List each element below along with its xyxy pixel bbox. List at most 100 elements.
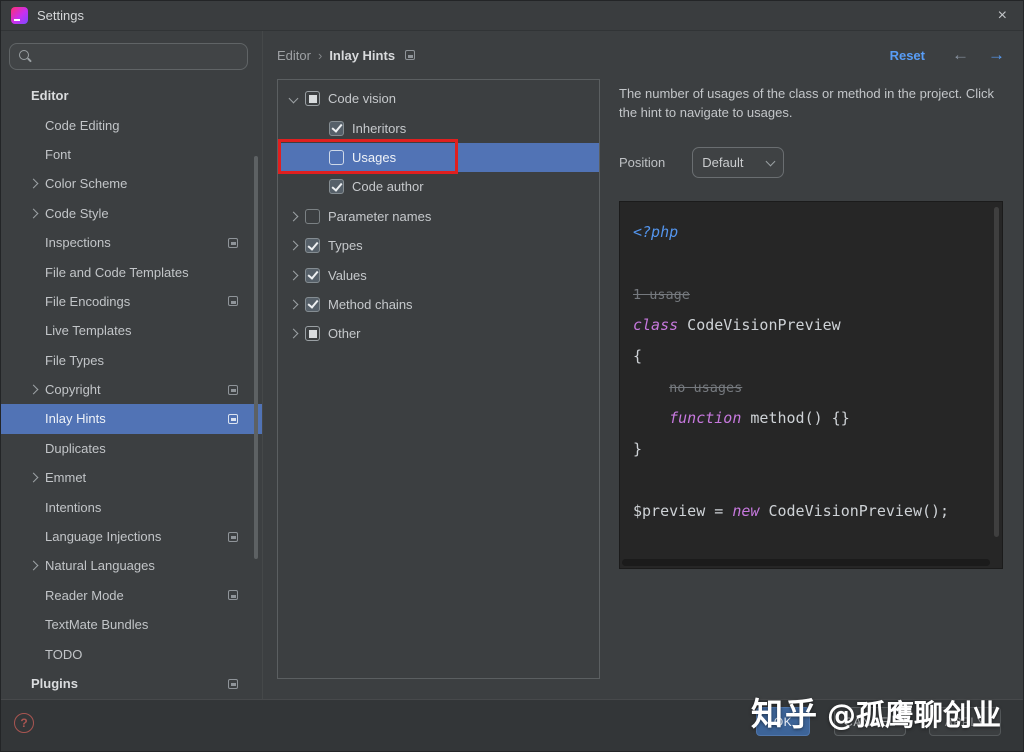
usage-hint: no usages xyxy=(669,380,742,396)
sidebar-item-emmet[interactable]: Emmet xyxy=(1,463,262,492)
tree-item-method-chains[interactable]: Method chains xyxy=(278,290,599,319)
sidebar-item-live-templates[interactable]: Live Templates xyxy=(1,316,262,345)
chevron-right-icon[interactable] xyxy=(289,329,299,339)
sidebar-item-file-and-code-templates[interactable]: File and Code Templates xyxy=(1,257,262,286)
titlebar: Settings × xyxy=(1,1,1023,31)
sidebar-item-todo[interactable]: TODO xyxy=(1,639,262,668)
chevron-right-icon[interactable] xyxy=(289,270,299,280)
code-token: } xyxy=(633,440,642,458)
watermark-handle: @孤鹰聊创业 xyxy=(827,698,1001,732)
breadcrumb: Editor › Inlay Hints Reset ← → xyxy=(277,44,1005,66)
sidebar-item-natural-languages[interactable]: Natural Languages xyxy=(1,551,262,580)
question-mark-icon: ? xyxy=(20,716,27,730)
code-token: CodeVisionPreview(); xyxy=(759,502,949,520)
project-settings-icon xyxy=(228,296,238,306)
code-line: <?php xyxy=(633,217,1002,248)
checkbox-types[interactable] xyxy=(305,238,320,253)
sidebar-item-font[interactable]: Font xyxy=(1,140,262,169)
chevron-right-icon[interactable] xyxy=(289,211,299,221)
chevron-down-icon[interactable] xyxy=(289,94,299,104)
detail-pane: The number of usages of the class or met… xyxy=(619,79,1001,699)
window-title: Settings xyxy=(37,8,84,23)
back-arrow-icon[interactable]: ← xyxy=(952,45,969,65)
tree-item-types[interactable]: Types xyxy=(278,231,599,260)
code-token: new xyxy=(732,502,759,520)
chevron-right-icon xyxy=(29,208,39,218)
project-settings-icon xyxy=(228,590,238,600)
sidebar-item-language-injections[interactable]: Language Injections xyxy=(1,522,262,551)
sidebar-item-file-types[interactable]: File Types xyxy=(1,346,262,375)
reset-link[interactable]: Reset xyxy=(890,48,925,63)
checkbox-parameter-names[interactable] xyxy=(305,209,320,224)
sidebar-item-code-editing[interactable]: Code Editing xyxy=(1,110,262,139)
tree-item-values[interactable]: Values xyxy=(278,260,599,289)
watermark-brand: 知乎 xyxy=(751,695,819,733)
sidebar-item-inlay-hints[interactable]: Inlay Hints xyxy=(1,404,262,433)
checkbox-usages[interactable] xyxy=(329,150,344,165)
sidebar-scrollbar[interactable] xyxy=(254,156,258,559)
position-label: Position xyxy=(619,155,665,170)
code-line: class CodeVisionPreview xyxy=(633,310,1002,341)
code-token: { xyxy=(633,347,642,365)
settings-scope-icon xyxy=(405,50,415,60)
close-button[interactable]: × xyxy=(992,6,1013,26)
code-preview: <?php 1 usage class CodeVisionPreview { … xyxy=(619,201,1003,569)
tree-item-usages[interactable]: Usages xyxy=(278,143,599,172)
code-line: function method() {} xyxy=(633,403,1002,434)
chevron-right-icon[interactable] xyxy=(289,299,299,309)
tree-item-code-author[interactable]: Code author xyxy=(278,172,599,201)
code-line: } xyxy=(633,434,1002,465)
inlay-hints-tree: Code vision Inheritors Usages Code autho… xyxy=(277,79,600,679)
settings-sidebar: Editor Code Editing Font Color Scheme Co… xyxy=(1,31,263,699)
code-scrollbar-horizontal[interactable] xyxy=(622,559,990,566)
sidebar-item-file-encodings[interactable]: File Encodings xyxy=(1,287,262,316)
close-icon: × xyxy=(998,7,1007,24)
app-logo-icon xyxy=(11,7,28,24)
project-settings-icon xyxy=(228,414,238,424)
breadcrumb-page: Inlay Hints xyxy=(329,48,395,63)
chevron-right-icon xyxy=(29,385,39,395)
sidebar-item-code-style[interactable]: Code Style xyxy=(1,199,262,228)
project-settings-icon xyxy=(228,532,238,542)
tree-item-parameter-names[interactable]: Parameter names xyxy=(278,202,599,231)
tree-item-inheritors[interactable]: Inheritors xyxy=(278,113,599,142)
sidebar-item-inspections[interactable]: Inspections xyxy=(1,228,262,257)
sidebar-item-reader-mode[interactable]: Reader Mode xyxy=(1,581,262,610)
sidebar-item-textmate-bundles[interactable]: TextMate Bundles xyxy=(1,610,262,639)
search-icon xyxy=(19,50,32,63)
usage-hint: 1 usage xyxy=(633,287,690,303)
sidebar-item-intentions[interactable]: Intentions xyxy=(1,492,262,521)
code-line: { xyxy=(633,341,1002,372)
checkbox-code-vision[interactable] xyxy=(305,91,320,106)
chevron-down-icon xyxy=(766,156,776,166)
checkbox-method-chains[interactable] xyxy=(305,297,320,312)
checkbox-other[interactable] xyxy=(305,326,320,341)
code-line: 1 usage xyxy=(633,279,1002,310)
code-token: CodeVisionPreview xyxy=(678,316,841,334)
breadcrumb-section[interactable]: Editor xyxy=(277,48,311,63)
checkbox-code-author[interactable] xyxy=(329,179,344,194)
sidebar-item-editor[interactable]: Editor xyxy=(1,81,262,110)
checkbox-inheritors[interactable] xyxy=(329,121,344,136)
code-token xyxy=(633,378,669,396)
checkbox-values[interactable] xyxy=(305,268,320,283)
tree-item-code-vision[interactable]: Code vision xyxy=(278,84,599,113)
sidebar-item-duplicates[interactable]: Duplicates xyxy=(1,434,262,463)
sidebar-item-color-scheme[interactable]: Color Scheme xyxy=(1,169,262,198)
code-line: no usages xyxy=(633,372,1002,403)
code-line xyxy=(633,465,1002,496)
tree-item-other[interactable]: Other xyxy=(278,319,599,348)
code-token: <?php xyxy=(633,223,678,241)
search-input[interactable] xyxy=(9,43,248,70)
settings-content: Editor › Inlay Hints Reset ← → Code visi… xyxy=(264,31,1023,699)
sidebar-item-copyright[interactable]: Copyright xyxy=(1,375,262,404)
code-scrollbar-vertical[interactable] xyxy=(994,207,999,537)
position-dropdown[interactable]: Default xyxy=(692,147,784,178)
chevron-right-icon[interactable] xyxy=(289,241,299,251)
forward-arrow-icon[interactable]: → xyxy=(988,45,1005,65)
code-token: method() {} xyxy=(741,409,849,427)
settings-window: Settings × Editor Code Editing Font Colo… xyxy=(0,0,1024,752)
chevron-right-icon xyxy=(29,561,39,571)
help-button[interactable]: ? xyxy=(14,713,34,733)
sidebar-item-plugins[interactable]: Plugins xyxy=(1,669,262,698)
